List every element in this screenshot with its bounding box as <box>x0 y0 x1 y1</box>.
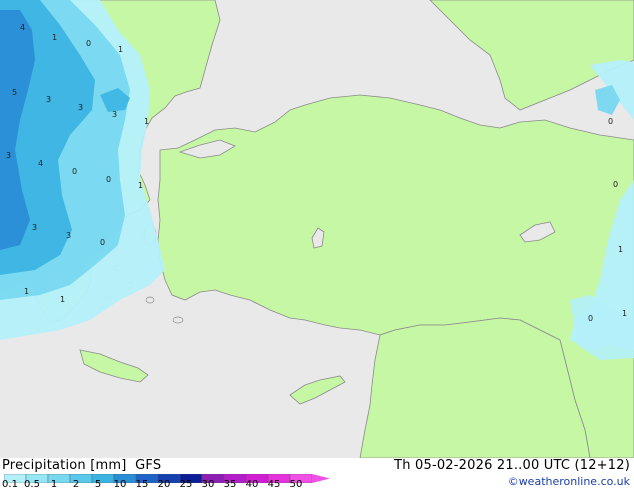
legend-tick-label: 40 <box>245 479 259 490</box>
precipitation-value-label: 5 <box>12 88 17 97</box>
variable-label: Precipitation [mm] <box>2 458 127 473</box>
legend-tick-label: 20 <box>157 479 171 490</box>
legend-tick-label: 1 <box>50 479 58 490</box>
precipitation-value-label: 0 <box>72 167 77 176</box>
legend-tick-label: 2 <box>72 479 80 490</box>
precipitation-value-label: 1 <box>622 309 627 318</box>
precipitation-value-label: 3 <box>66 231 71 240</box>
legend-arrow <box>312 474 330 483</box>
precipitation-map: 4 1 0 1 5 3 3 3 1 3 4 0 0 1 3 3 0 1 1 0 0 1 0 1 <box>0 0 634 458</box>
precipitation-value-label: 0 <box>106 175 111 184</box>
valid-time: Th 05-02-2026 21..00 UTC (12+12) <box>394 458 630 473</box>
precipitation-value-label: 0 <box>100 238 105 247</box>
precipitation-value-label: 3 <box>46 95 51 104</box>
legend-tick-label: 5 <box>94 479 102 490</box>
legend-tick-label: 10 <box>113 479 127 490</box>
precipitation-value-label: 0 <box>86 39 91 48</box>
model-label: GFS <box>135 458 162 473</box>
legend-tick-label: 25 <box>179 479 193 490</box>
precipitation-value-label: 3 <box>78 103 83 112</box>
precipitation-value-label: 1 <box>618 245 623 254</box>
legend-tick-label: 45 <box>267 479 281 490</box>
legend-tick-label: 35 <box>223 479 237 490</box>
credit-link[interactable]: ©weatheronline.co.uk <box>508 475 630 488</box>
precipitation-value-label: 1 <box>144 117 149 126</box>
legend-tick-label: 0.5 <box>24 479 40 490</box>
legend-tick-label: 15 <box>135 479 149 490</box>
legend-tick-label: 50 <box>289 479 303 490</box>
precipitation-value-label: 1 <box>138 181 143 190</box>
precipitation-value-label: 4 <box>38 159 43 168</box>
precipitation-value-label: 1 <box>60 295 65 304</box>
precipitation-value-label: 0 <box>588 314 593 323</box>
precipitation-value-label: 0 <box>608 117 613 126</box>
legend-tick-label: 0.1 <box>2 479 18 490</box>
legend-tick-label: 30 <box>201 479 215 490</box>
precipitation-value-label: 0 <box>613 180 618 189</box>
precipitation-value-label: 3 <box>32 223 37 232</box>
precipitation-value-label: 3 <box>112 110 117 119</box>
precipitation-value-label: 1 <box>118 45 123 54</box>
precipitation-value-label: 1 <box>24 287 29 296</box>
footer: Precipitation [mm] GFS Th 05-02-2026 21.… <box>0 458 634 490</box>
precipitation-value-label: 4 <box>20 23 25 32</box>
legend-title: Precipitation [mm] GFS <box>2 458 161 473</box>
land-levant <box>359 317 591 458</box>
precipitation-value-label: 1 <box>52 33 57 42</box>
precipitation-value-label: 3 <box>6 151 11 160</box>
